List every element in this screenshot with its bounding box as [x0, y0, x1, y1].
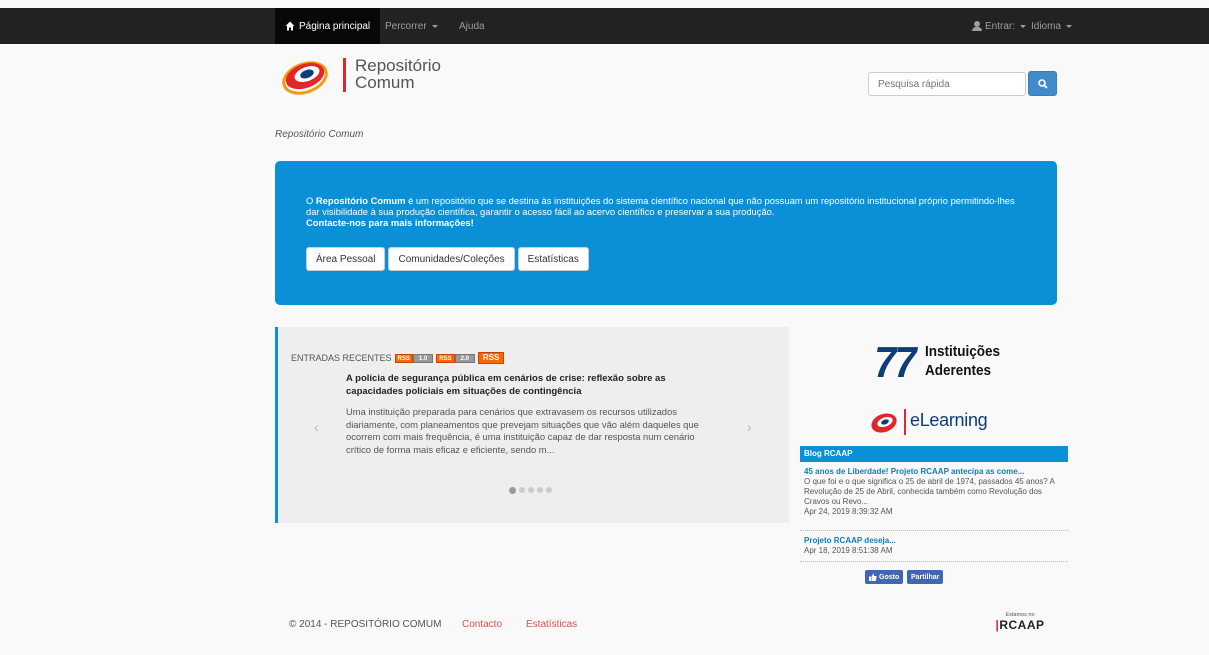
rss-2-badge-a: RSS	[436, 353, 455, 363]
nav-language-label: Idioma	[1031, 20, 1062, 32]
blog-entry: 45 anos de Liberdade! Projeto RCAAP ante…	[800, 467, 1068, 517]
logo-divider	[343, 58, 346, 92]
elearning-banner[interactable]: eLearning	[868, 404, 1008, 440]
footer-contact-link[interactable]: Contacto	[462, 619, 502, 630]
rss-badge[interactable]: RSS	[477, 352, 505, 364]
rcaap-badge[interactable]: Estamos no |RCAAP	[992, 612, 1048, 638]
rcaap-badge-text: RCAAP	[999, 618, 1045, 632]
user-icon	[972, 21, 982, 31]
search-button[interactable]	[1028, 71, 1057, 96]
blog-entry-title[interactable]: Projeto RCAAP deseja...	[804, 536, 1064, 546]
carousel-dot[interactable]	[528, 487, 534, 493]
footer-stats-link[interactable]: Estatísticas	[526, 619, 577, 630]
nav-login-dropdown[interactable]: Entrar:	[972, 8, 1027, 44]
chevron-down-icon	[431, 24, 438, 28]
facebook-share-button[interactable]: Partilhar	[907, 570, 944, 584]
carousel-indicators	[509, 486, 552, 494]
rss-1-badge-a: RSS	[394, 353, 413, 363]
nav-login-label: Entrar:	[985, 20, 1016, 32]
blog-header: Blog RCAAP	[800, 446, 1068, 462]
institutions-banner[interactable]: 77 Instituições Aderentes	[872, 338, 1008, 387]
intro-jumbotron: O Repositório Comum é um repositório que…	[275, 161, 1057, 305]
nav-language-dropdown[interactable]: Idioma	[1031, 8, 1073, 44]
recent-entries-header: ENTRADAS RECENTES RSS 1.0 RSS 2.0 RSS	[291, 352, 505, 364]
logo-line-2: Comum	[355, 73, 415, 92]
footer-copyright: © 2014 - REPOSITÓRIO COMUM	[289, 619, 442, 630]
nav-help-label: Ajuda	[459, 20, 485, 32]
elearning-divider	[904, 409, 906, 435]
intro-bold: Repositório Comum	[315, 195, 406, 206]
chevron-down-icon	[1066, 24, 1073, 28]
recent-entries-title: ENTRADAS RECENTES	[291, 353, 392, 363]
statistics-button[interactable]: Estatísticas	[517, 247, 589, 271]
facebook-like-button[interactable]: Gosto	[865, 570, 904, 584]
home-icon	[285, 21, 295, 31]
site-logo[interactable]: Repositório Comum	[281, 54, 481, 98]
carousel-dot[interactable]	[509, 486, 516, 494]
thumbs-up-icon	[869, 573, 877, 581]
repositorio-logo-icon	[282, 61, 328, 95]
blog-divider	[800, 561, 1068, 562]
carousel-dot[interactable]	[537, 487, 543, 493]
communities-button[interactable]: Comunidades/Coleções	[388, 247, 515, 271]
rss-2-badge-b: 2.0	[454, 353, 475, 363]
personal-area-button[interactable]: Área Pessoal	[306, 247, 386, 271]
logo-line-1: Repositório	[355, 56, 441, 75]
blog-divider	[800, 530, 1068, 531]
chevron-down-icon	[1020, 24, 1027, 28]
blog-entry-title[interactable]: 45 anos de Liberdade! Projeto RCAAP ante…	[804, 467, 1064, 477]
breadcrumb[interactable]: Repositório Comum	[275, 129, 363, 140]
institutions-label: Instituições Aderentes	[925, 342, 1000, 380]
blog-entry: Projeto RCAAP deseja... Apr 18, 2019 8:5…	[800, 536, 1068, 556]
rss-1-badge[interactable]: RSS 1.0	[394, 353, 434, 363]
rss-1-badge-b: 1.0	[412, 353, 434, 363]
institutions-count: 77	[874, 338, 916, 387]
nav-browse-dropdown[interactable]: Percorrer	[385, 8, 438, 44]
facebook-share-label: Partilhar	[911, 573, 940, 581]
nav-help-link[interactable]: Ajuda	[459, 8, 485, 44]
recent-entries-carousel: ENTRADAS RECENTES RSS 1.0 RSS 2.0 RSS A po…	[275, 327, 789, 523]
logo-text: Repositório Comum	[355, 57, 441, 91]
search-icon	[1037, 78, 1048, 89]
carousel-dot[interactable]	[519, 487, 525, 493]
blog-entry-summary: O que foi e o que significa o 25 de abri…	[804, 477, 1055, 506]
elearning-logo-icon	[871, 413, 897, 433]
blog-entry-date: Apr 24, 2019 8:39:32 AM	[804, 507, 893, 516]
intro-contact[interactable]: Contacte-nos para mais informações!	[306, 217, 1026, 228]
carousel-prev-arrow[interactable]: ‹	[314, 419, 319, 435]
recent-item-abstract: Uma instituição preparada para cenários …	[346, 406, 699, 455]
intro-prefix: O	[306, 195, 316, 206]
intro-text: O Repositório Comum é um repositório que…	[306, 195, 1026, 217]
blog-entry-date: Apr 18, 2019 8:51:38 AM	[804, 546, 893, 555]
intro-body: é um repositório que se destina às insti…	[306, 195, 1015, 217]
recent-item-title[interactable]: A polícia de segurança pública em cenári…	[346, 372, 706, 398]
carousel-next-arrow[interactable]: ›	[747, 419, 752, 435]
nav-browse-label: Percorrer	[385, 20, 427, 32]
top-navbar: Página principal Percorrer Ajuda Entrar:…	[0, 8, 1209, 44]
institutions-label-line-2: Aderentes	[924, 362, 991, 379]
rss-2-badge[interactable]: RSS 2.0	[436, 353, 475, 363]
institutions-label-line-1: Instituições	[924, 343, 1000, 360]
nav-home-label: Página principal	[299, 20, 371, 32]
rcaap-badge-logo: |RCAAP	[992, 619, 1048, 631]
carousel-dot[interactable]	[546, 487, 552, 493]
intro-buttons: Área Pessoal Comunidades/Coleções Estatí…	[306, 247, 589, 271]
elearning-label: eLearning	[910, 410, 988, 430]
search-input[interactable]	[868, 72, 1026, 96]
facebook-like-label: Gosto	[879, 573, 900, 581]
nav-home-link[interactable]: Página principal	[275, 8, 381, 44]
